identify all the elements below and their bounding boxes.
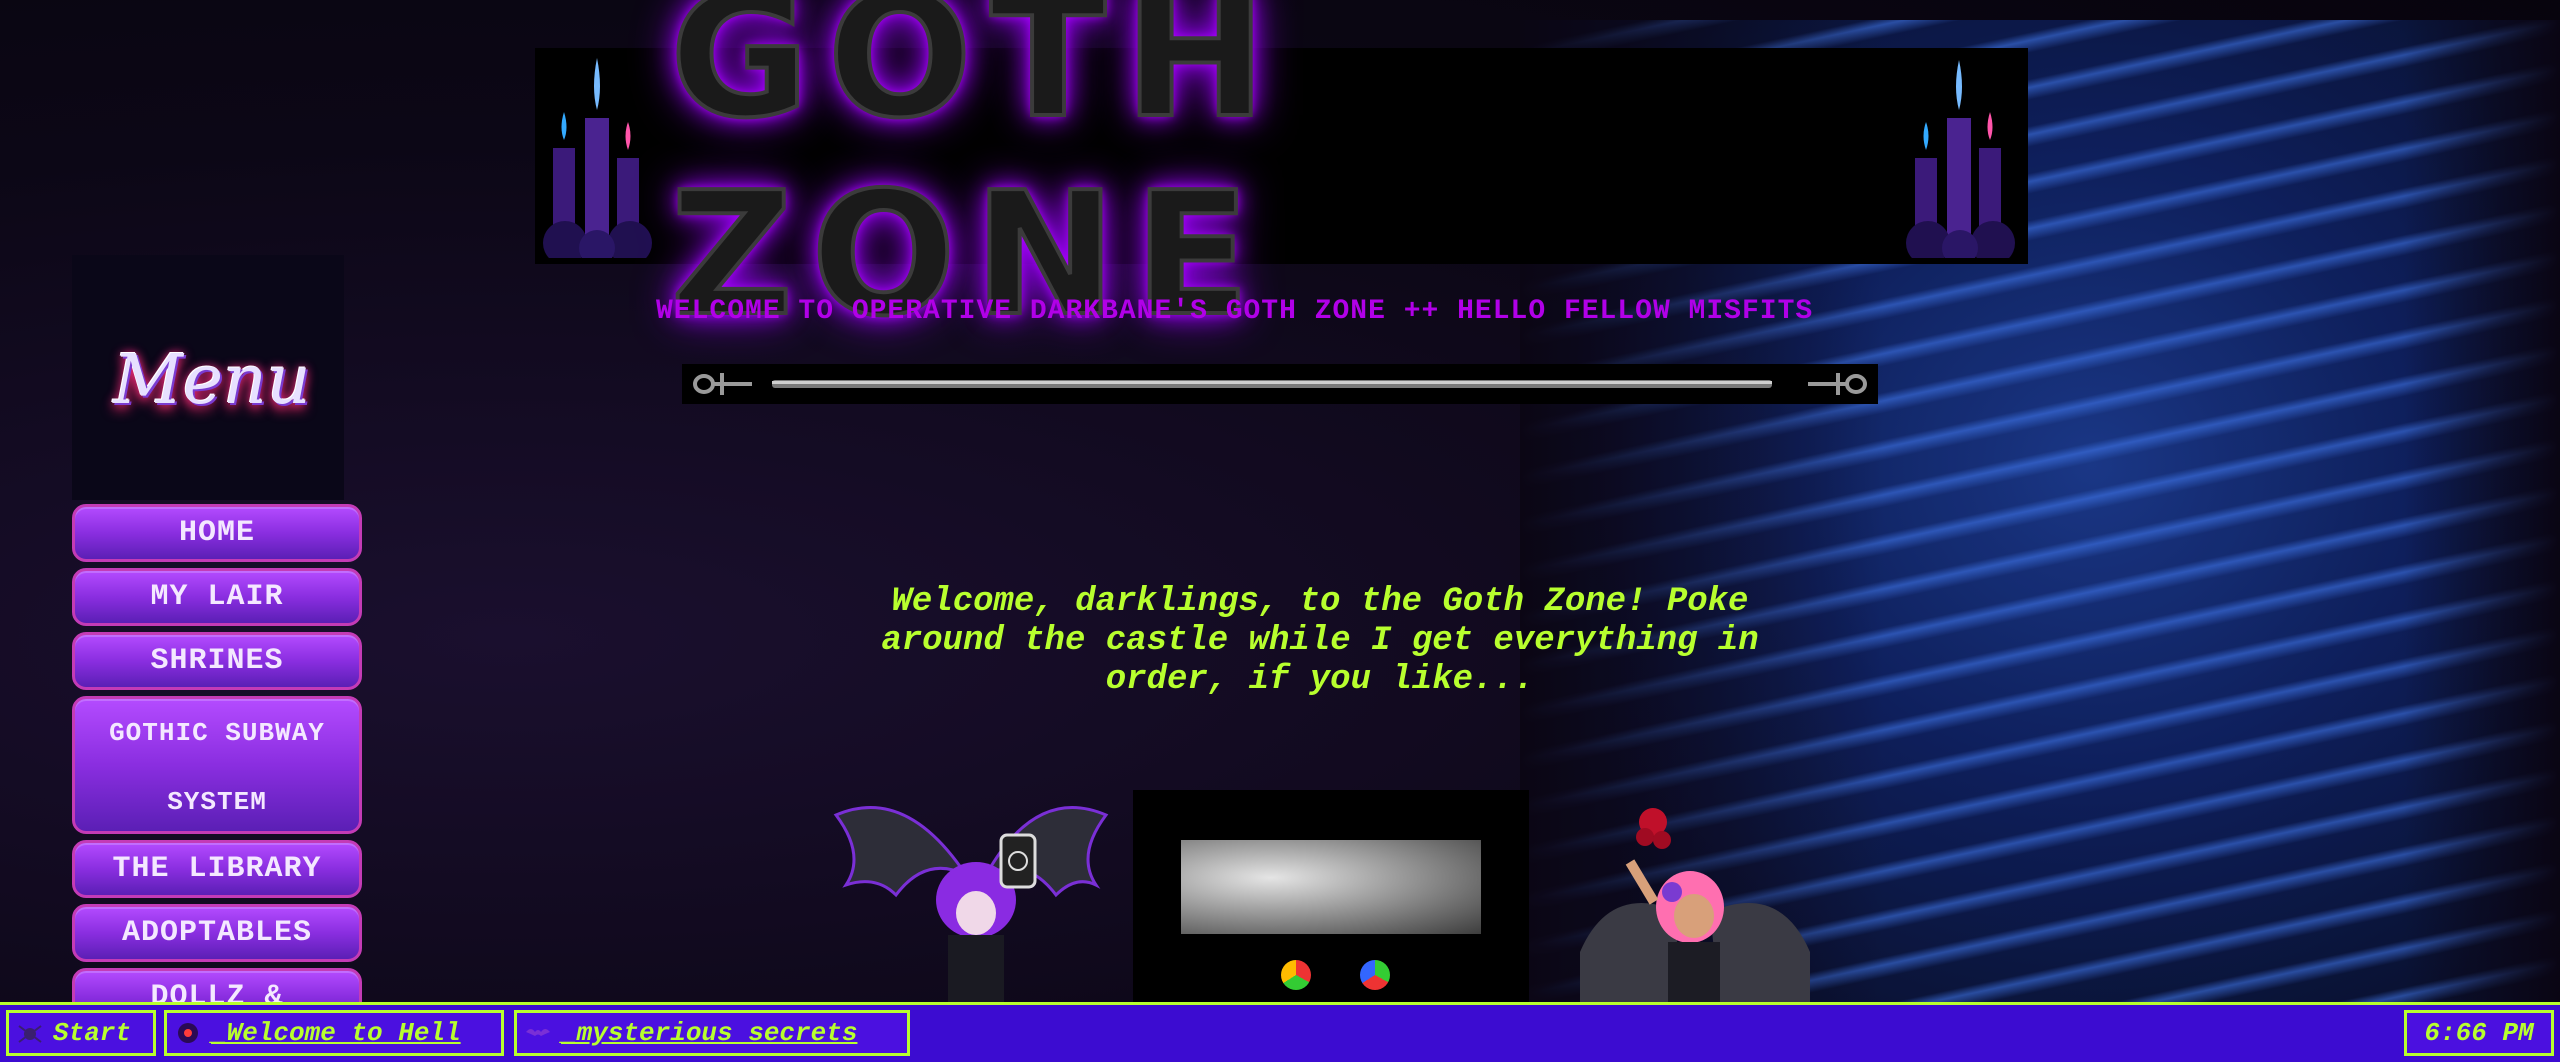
candles-left-icon — [543, 58, 652, 258]
spider-icon — [18, 1025, 42, 1043]
sidebar-nav: HOME MY LAIR SHRINES GOTHIC SUBWAY SYSTE… — [72, 504, 362, 1026]
taskbar-clock: 6:66 PM — [2404, 1010, 2554, 1056]
menu-logo: Menu — [113, 340, 311, 420]
site-banner: GOTH ZONE — [535, 0, 2028, 356]
video-screen — [1181, 840, 1481, 934]
candles-right-icon — [1906, 60, 2015, 258]
sidebar-item-gothic-subway-system[interactable]: GOTHIC SUBWAY SYSTEM — [72, 696, 362, 834]
taskbar-window-label: _mysterious secrets — [561, 1018, 858, 1048]
video-player[interactable] — [1133, 790, 1529, 1005]
intro-text: Welcome, darklings, to the Goth Zone! Po… — [881, 583, 1759, 699]
orb-icon — [1281, 960, 1311, 990]
bat-icon — [526, 1029, 550, 1036]
bat-winged-goth-doll-image — [833, 806, 1109, 1005]
sidebar-item-shrines[interactable]: SHRINES — [72, 632, 362, 690]
sidebar-item-home[interactable]: HOME — [72, 504, 362, 562]
sidebar-item-my-lair[interactable]: MY LAIR — [72, 568, 362, 626]
pink-hair-goth-doll-image — [1580, 808, 1810, 1007]
eye-icon — [178, 1023, 198, 1043]
taskbar-window-welcome-to-hell[interactable]: _Welcome to Hell — [164, 1010, 504, 1056]
taskbar-window-mysterious-secrets[interactable]: _mysterious secrets — [514, 1010, 910, 1056]
start-label: Start — [53, 1018, 132, 1048]
site-title: GOTH ZONE — [668, 0, 1285, 356]
menu-header: Menu — [72, 255, 344, 500]
sidebar-item-the-library[interactable]: THE LIBRARY — [72, 840, 362, 898]
welcome-marquee: WELCOME TO OPERATIVE DARKBANE'S GOTH ZON… — [656, 296, 1814, 327]
ankh-divider — [682, 364, 1878, 404]
sidebar-item-adoptables[interactable]: ADOPTABLES — [72, 904, 362, 962]
orb-icon — [1360, 960, 1390, 990]
start-button[interactable]: Start — [6, 1010, 156, 1056]
taskbar: Start _Welcome to Hell _mysterious secre… — [0, 1002, 2560, 1062]
taskbar-window-label: _Welcome to Hell — [211, 1018, 461, 1048]
